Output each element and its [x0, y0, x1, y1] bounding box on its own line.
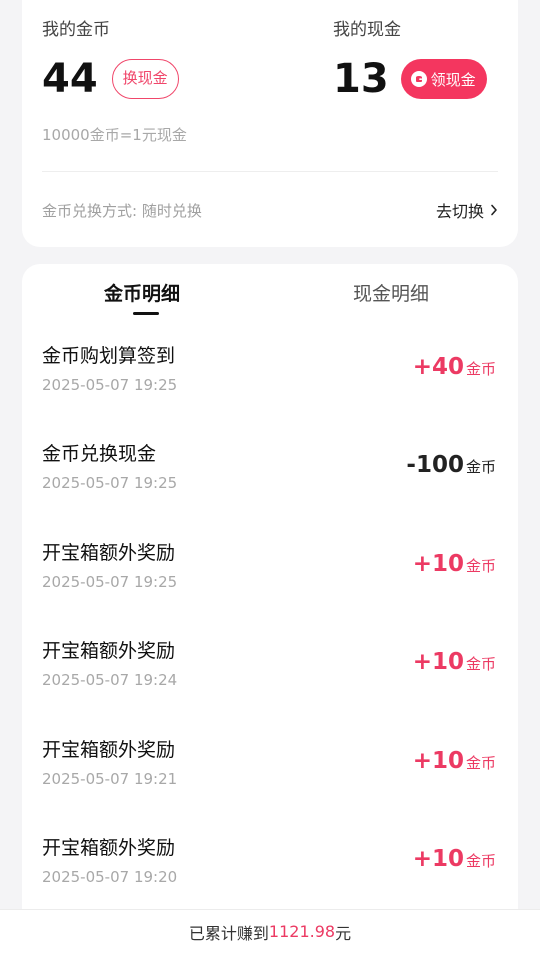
record-amount-value: +10	[412, 649, 464, 675]
record-amount: -100 金币	[406, 452, 496, 478]
record-time: 2025-05-07 19:25	[42, 573, 178, 591]
record-amount-unit: 金币	[465, 360, 496, 378]
record-amount-unit: 金币	[465, 655, 496, 673]
record-title: 开宝箱额外奖励	[42, 640, 176, 662]
tab-coin-details[interactable]: 金币明细	[104, 281, 180, 307]
exchange-cash-button[interactable]: 换现金	[111, 59, 179, 99]
exchange-method-row: 金币兑换方式: 随时兑换 去切换	[42, 198, 498, 222]
list-item: 开宝箱额外奖励 2025-05-07 19:25 +10 金币	[22, 540, 518, 638]
record-amount-value: +10	[412, 748, 464, 774]
record-amount-value: +10	[412, 551, 464, 577]
record-amount: +10 金币	[413, 649, 496, 675]
record-amount: +40 金币	[413, 354, 496, 380]
chevron-right-icon	[490, 204, 498, 216]
record-amount-value: -100	[406, 452, 464, 478]
detail-card: 金币明细 现金明细 金币购划算签到 2025-05-07 19:25 +40 金…	[22, 264, 518, 953]
total-earned-prefix: 已累计赚到	[188, 923, 269, 943]
record-amount: +10 金币	[413, 748, 496, 774]
divider	[42, 171, 498, 172]
active-tab-indicator	[133, 312, 159, 315]
detail-tabs: 金币明细 现金明细	[22, 264, 518, 324]
record-amount: +10 金币	[413, 551, 496, 577]
balance-card: 我的金币 44 换现金 我的现金 13 领现金 10000金币=1元现金 金币兑…	[22, 0, 518, 247]
total-earned-amount: 1121.98	[268, 922, 336, 941]
record-title: 开宝箱额外奖励	[42, 542, 176, 564]
list-item: 开宝箱额外奖励 2025-05-07 19:21 +10 金币	[22, 737, 518, 835]
cash-amount: 13	[333, 56, 389, 102]
record-amount: +10 金币	[413, 846, 496, 872]
coins-label: 我的金币	[42, 20, 110, 40]
cash-section: 我的现金 13 领现金	[333, 18, 487, 102]
record-time: 2025-05-07 19:24	[42, 671, 178, 689]
record-title: 金币兑换现金	[42, 443, 157, 465]
record-title: 金币购划算签到	[42, 345, 176, 367]
record-title: 开宝箱额外奖励	[42, 739, 176, 761]
total-earned-suffix: 元	[335, 923, 352, 943]
record-amount-unit: 金币	[465, 557, 496, 575]
record-amount-unit: 金币	[465, 852, 496, 870]
withdraw-cash-button[interactable]: 领现金	[400, 59, 487, 99]
record-amount-value: +10	[412, 846, 464, 872]
record-amount-unit: 金币	[465, 458, 496, 476]
switch-method-label: 去切换	[435, 202, 484, 221]
record-time: 2025-05-07 19:25	[42, 376, 178, 394]
cash-label: 我的现金	[333, 20, 401, 40]
tab-cash-details[interactable]: 现金明细	[353, 281, 429, 307]
total-earned-bar: 已累计赚到 1121.98 元	[0, 909, 540, 953]
exchange-method-label: 金币兑换方式: 随时兑换	[42, 201, 202, 220]
record-amount-value: +40	[412, 354, 464, 380]
list-item: 金币购划算签到 2025-05-07 19:25 +40 金币	[22, 343, 518, 441]
switch-method-link[interactable]: 去切换	[436, 198, 498, 222]
record-time: 2025-05-07 19:25	[42, 474, 178, 492]
record-amount-unit: 金币	[465, 754, 496, 772]
withdraw-cash-label: 领现金	[430, 70, 476, 89]
coins-section: 我的金币 44 换现金	[42, 18, 179, 102]
record-title: 开宝箱额外奖励	[42, 837, 176, 859]
record-time: 2025-05-07 19:21	[42, 770, 178, 788]
list-item: 开宝箱额外奖励 2025-05-07 19:24 +10 金币	[22, 638, 518, 736]
coins-amount: 44	[42, 56, 98, 102]
exchange-rate-note: 10000金币=1元现金	[42, 126, 187, 144]
wallet-icon	[410, 71, 427, 87]
list-item: 金币兑换现金 2025-05-07 19:25 -100 金币	[22, 441, 518, 539]
record-time: 2025-05-07 19:20	[42, 868, 178, 886]
